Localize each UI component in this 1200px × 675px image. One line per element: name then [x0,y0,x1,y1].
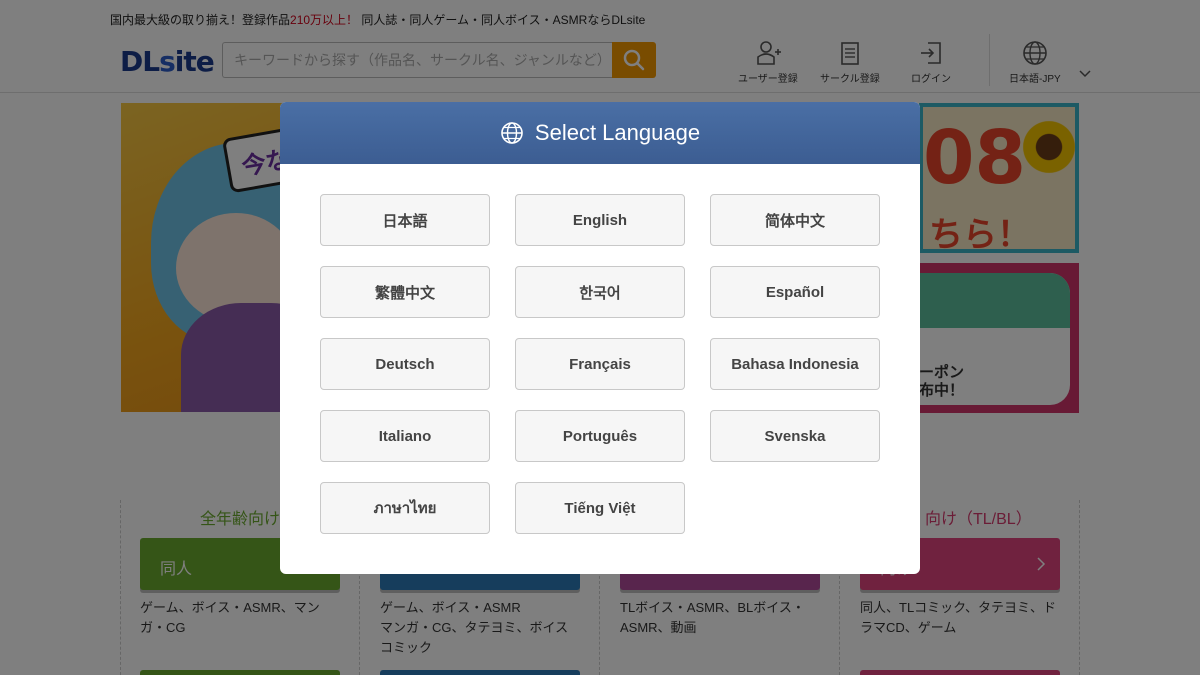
language-option-thai[interactable]: ภาษาไทย [320,482,490,534]
language-option-japanese[interactable]: 日本語 [320,194,490,246]
language-option-simplified-chinese[interactable]: 简体中文 [710,194,880,246]
globe-icon [501,122,523,144]
language-option-korean[interactable]: 한국어 [515,266,685,318]
language-option-italian[interactable]: Italiano [320,410,490,462]
language-option-swedish[interactable]: Svenska [710,410,880,462]
language-select-modal: Select Language 日本語 English 简体中文 繁體中文 한국… [280,102,920,574]
language-option-vietnamese[interactable]: Tiếng Việt [515,482,685,534]
language-option-portuguese[interactable]: Português [515,410,685,462]
language-option-german[interactable]: Deutsch [320,338,490,390]
language-option-indonesian[interactable]: Bahasa Indonesia [710,338,880,390]
language-option-traditional-chinese[interactable]: 繁體中文 [320,266,490,318]
language-option-french[interactable]: Français [515,338,685,390]
language-option-spanish[interactable]: Español [710,266,880,318]
modal-header: Select Language [280,102,920,164]
language-option-english[interactable]: English [515,194,685,246]
modal-title: Select Language [534,120,701,145]
